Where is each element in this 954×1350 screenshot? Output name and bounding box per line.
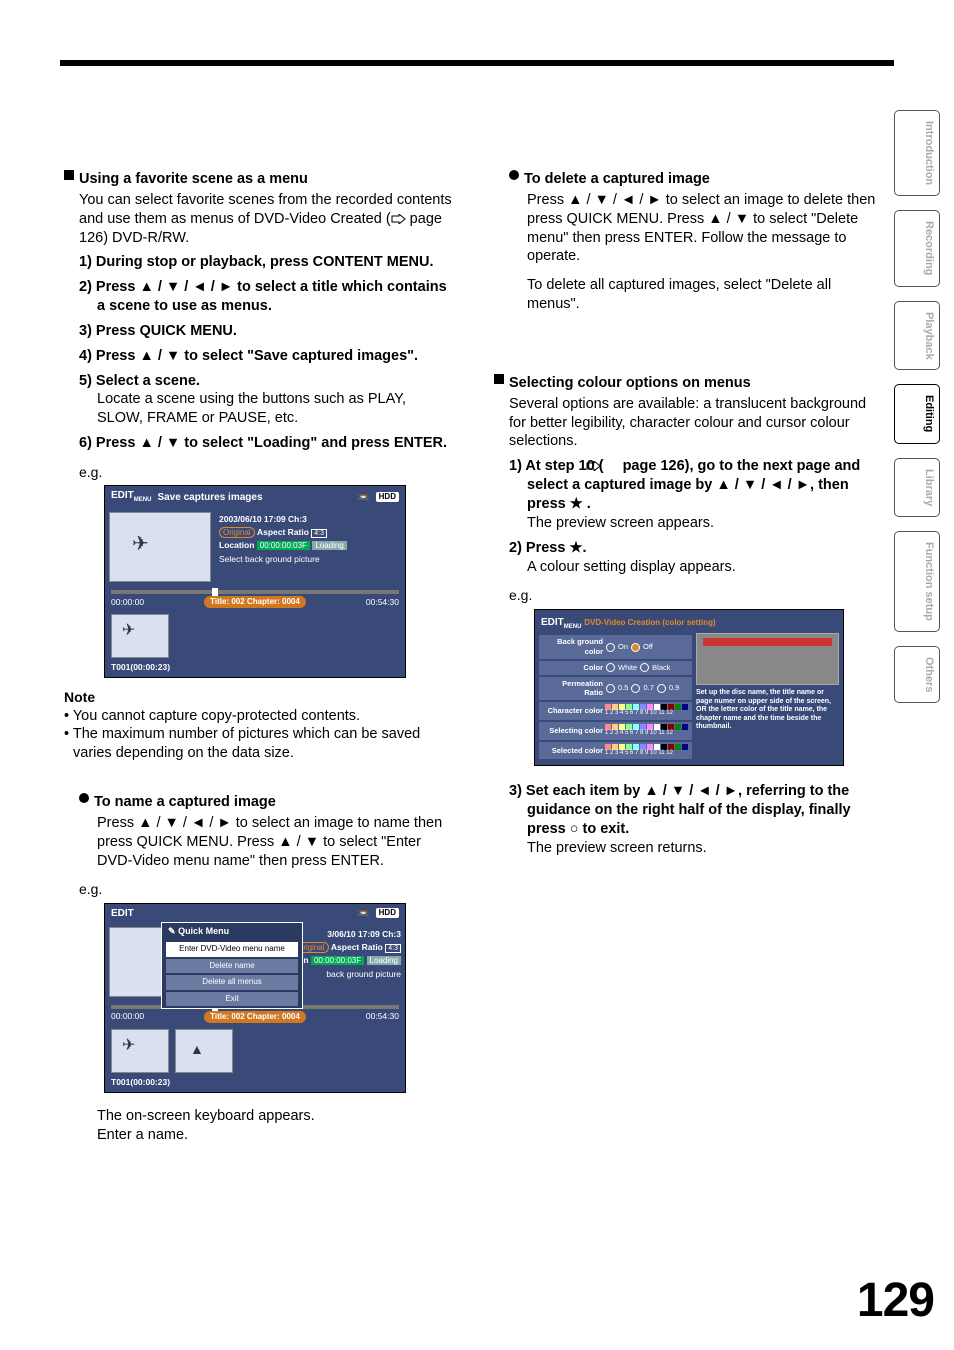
captured-thumb-a: ✈ [111,1029,169,1073]
pencil-icon: ✎ [168,926,176,936]
ratio-badge: 4:3 [311,529,327,538]
heading-name-captured: To name a captured image [79,793,454,812]
heading-delete-captured: To delete a captured image [509,170,884,189]
colour-intro: Several options are available: a translu… [509,395,884,452]
colour-step-1-result: The preview screen appears. [527,514,884,533]
title-chapter-pill: Title: 002 Chapter: 0004 [204,596,306,608]
step-3: 3) Press QUICK MENU. [79,322,454,341]
time-right: 00:54:30 [366,597,399,608]
example-label-1: e.g. [79,463,454,481]
delete-all-body: To delete all captured images, select "D… [527,276,884,314]
original-badge: Original [219,527,255,538]
osd-save-captures: EDITMENU Save captures images 📼 HDD ✈ 20… [104,485,406,678]
example-label-2: e.g. [79,880,454,898]
osd-title-right: Save captures images [157,491,351,504]
tab-editing: Editing [894,384,940,443]
cap-label: T001(00:00:23) [105,662,405,677]
quick-menu-overlay: ✎ Quick Menu Enter DVD-Video menu name D… [161,922,303,1009]
colour-step-2-result: A colour setting display appears. [527,558,884,577]
hdd-badge: HDD [376,492,399,502]
footer-line-1: The on-screen keyboard appears. [97,1107,454,1126]
intro-paragraph: You can select favorite scenes from the … [79,191,454,248]
step-2: 2) Press ▲ / ▼ / ◄ / ► to select a title… [79,278,454,316]
heading-colour-options: Selecting colour options on menus [494,374,884,393]
tab-recording: Recording [894,210,940,286]
tab-introduction: Introduction [894,110,940,196]
tab-playback: Playback [894,301,940,371]
time-left: 00:00:00 [111,597,144,608]
colour-step-3-result: The preview screen returns. [527,839,884,858]
colour-step-1: 1) At step 10 ( page 126), go to the nex… [509,457,884,514]
left-column: Using a favorite scene as a menu You can… [64,170,454,1145]
osd-quick-menu: EDIT 📼 HDD ✎ Quick Menu Enter DVD-Video … [104,903,406,1093]
tab-function-setup: Function setup [894,531,940,632]
section-tabs: Introduction Recording Playback Editing … [894,110,940,703]
page-ref-arrow-icon [391,211,406,221]
osd2-title-left: EDIT [111,907,134,920]
right-column: To delete a captured image Press ▲ / ▼ /… [494,170,884,1145]
step-5: 5) Select a scene. [79,372,454,391]
hdd-badge: HDD [376,908,399,918]
star-icon: ★ [570,496,583,512]
note-2: • The maximum number of pictures which c… [64,725,454,763]
delete-body: Press ▲ / ▼ / ◄ / ► to select an image t… [527,191,884,266]
heading-favorite-scene: Using a favorite scene as a menu [64,170,454,189]
dot-bullet-icon [509,170,519,180]
star-icon: ★ [569,540,582,556]
page-number: 129 [857,1270,934,1332]
captured-thumb-b: ▲ [175,1029,233,1073]
color-preview [696,633,839,685]
note-1: • You cannot capture copy-protected cont… [64,707,454,726]
step-1: 1) During stop or playback, press CONTEN… [79,253,454,272]
qm-item-enter-name: Enter DVD-Video menu name [166,942,298,956]
step-6: 6) Press ▲ / ▼ to select "Loading" and p… [79,434,454,453]
hdd-icon: 📼 [357,907,369,920]
heading-text: Using a favorite scene as a menu [79,170,308,189]
osd-thumbnail: ✈ [109,512,211,582]
dot-bullet-icon [79,793,89,803]
tab-library: Library [894,458,940,517]
square-bullet-icon [64,170,74,180]
time-badge: 00:00:00:03F [257,541,310,550]
osd-color-setting: EDITMENU DVD-Video Creation (color setti… [534,609,844,767]
page-ref-arrow-icon [604,458,619,468]
loading-badge: Loading [312,541,346,550]
hdd-icon: 📼 [357,491,369,504]
osd-title-left: EDITMENU [111,489,151,505]
colour-step-2: 2) Press ★. [509,539,884,558]
example-label-3: e.g. [509,586,884,604]
footer-line-2: Enter a name. [97,1126,454,1145]
osd-date: 2003/06/10 17:09 Ch:3 [219,514,401,525]
page-rule [60,60,894,66]
captured-thumb-1: ✈ [111,614,169,658]
name-captured-body: Press ▲ / ▼ / ◄ / ► to select an image t… [97,814,454,871]
step-4: 4) Press ▲ / ▼ to select "Save captured … [79,347,454,366]
square-bullet-icon [494,374,504,384]
colour-step-3: 3) Set each item by ▲ / ▼ / ◄ / ►, refer… [509,782,884,839]
note-heading: Note [64,688,454,706]
qm-item-delete-all: Delete all menus [166,975,298,989]
qm-item-delete-name: Delete name [166,959,298,973]
qm-item-exit: Exit [166,992,298,1006]
color-help-text: Set up the disc name, the title name or … [696,689,839,731]
plane-icon: ✈ [132,531,149,557]
step-5-detail: Locate a scene using the buttons such as… [97,390,454,428]
circle-icon: ○ [570,821,579,837]
tab-others: Others [894,646,940,703]
osd-instruction: Select back ground picture [219,554,401,565]
